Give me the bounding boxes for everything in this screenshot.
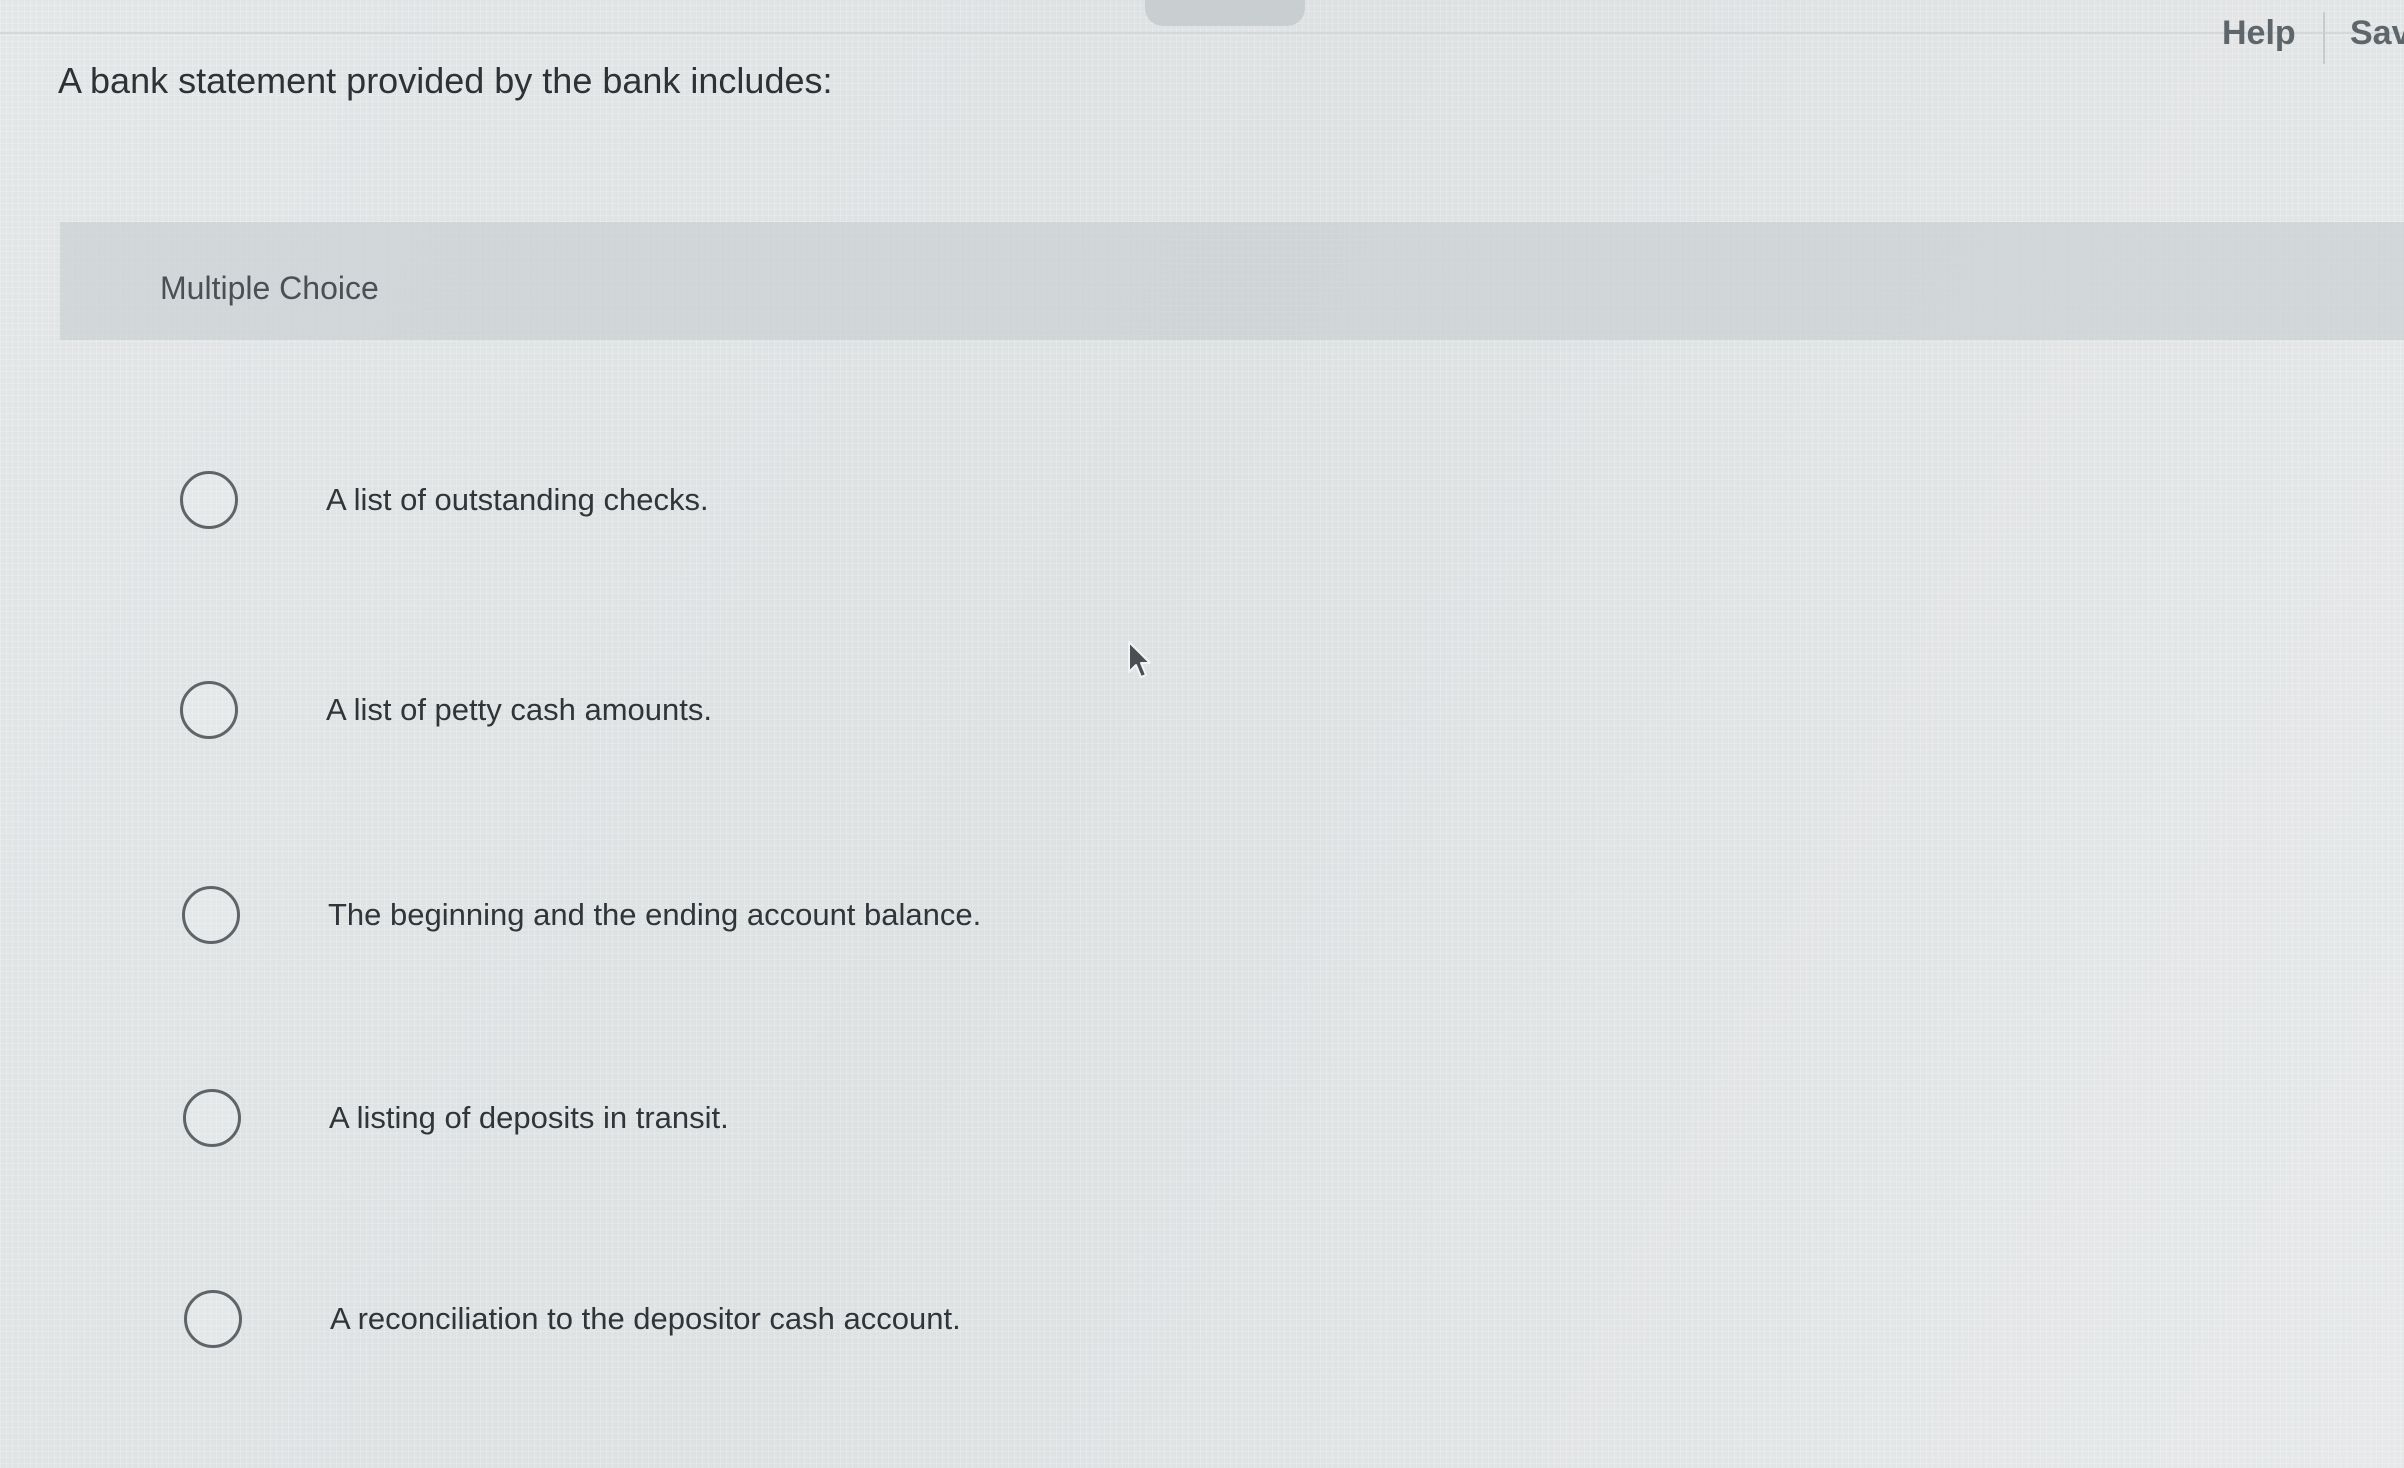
radio-unselected-icon[interactable] <box>180 681 238 739</box>
answer-option-label: A listing of deposits in transit. <box>329 1100 729 1135</box>
answer-option-3[interactable]: The beginning and the ending account bal… <box>182 880 981 950</box>
answer-option-1[interactable]: A list of outstanding checks. <box>180 465 709 535</box>
answer-option-4[interactable]: A listing of deposits in transit. <box>183 1083 729 1153</box>
answer-option-label: A list of petty cash amounts. <box>326 692 712 727</box>
question-type-label: Multiple Choice <box>160 270 379 306</box>
answer-option-5[interactable]: A reconciliation to the depositor cash a… <box>184 1284 961 1354</box>
radio-unselected-icon[interactable] <box>184 1290 242 1348</box>
help-link[interactable]: Help <box>2222 14 2296 53</box>
radio-unselected-icon[interactable] <box>180 471 238 529</box>
answer-option-2[interactable]: A list of petty cash amounts. <box>180 675 712 745</box>
answer-option-label: The beginning and the ending account bal… <box>328 897 982 932</box>
answer-option-label: A list of outstanding checks. <box>326 482 709 517</box>
saved-status-tab <box>1145 0 1305 26</box>
header-divider <box>2323 12 2325 64</box>
save-link[interactable]: Sav <box>2350 14 2404 53</box>
mouse-pointer-icon <box>1128 641 1151 678</box>
radio-unselected-icon[interactable] <box>182 886 240 944</box>
radio-unselected-icon[interactable] <box>183 1089 241 1147</box>
question-text: A bank statement provided by the bank in… <box>58 60 833 101</box>
answer-option-label: A reconciliation to the depositor cash a… <box>330 1301 961 1336</box>
question-type-panel <box>60 222 2404 340</box>
